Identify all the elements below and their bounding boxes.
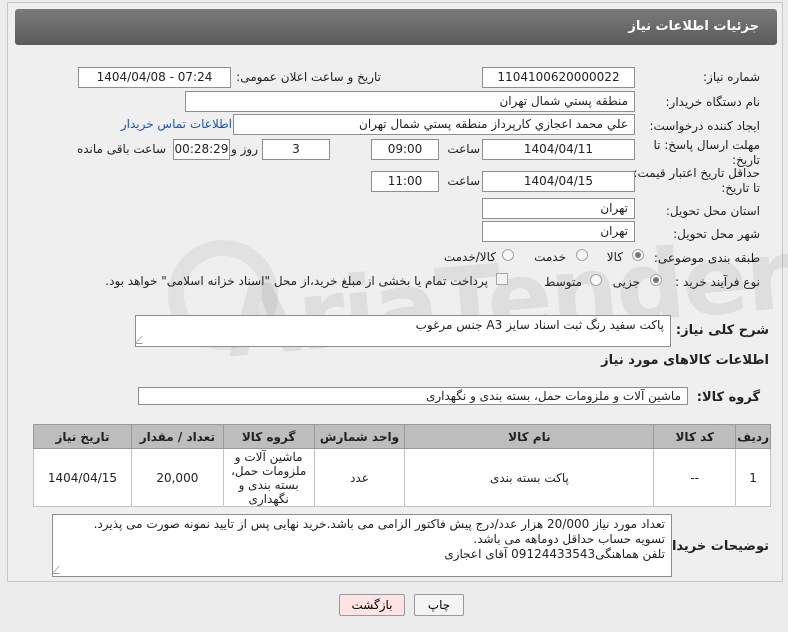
col-row-header: ردیف [735,424,771,449]
deadline-label-2: تاریخ: [732,153,760,167]
description-text: پاکت سفید رنگ ثبت اسناد سایز A3 جنس مرغو… [415,318,664,332]
cell-group: ماشین آلات و ملزومات حمل، بسته بندی و نگ… [222,448,315,507]
cell-unit: عدد [313,448,406,507]
panel-title-bar: جزئیات اطلاعات نیاز [15,9,777,45]
category-option-goods: کالا [606,250,623,264]
category-option-goods-service: کالا/خدمت [443,250,496,264]
panel-title: جزئیات اطلاعات نیاز [628,19,759,34]
process-option-medium: متوسط [544,275,582,289]
remaining-time-field: 00:28:29 [173,139,230,160]
deadline-date-field: 1404/04/11 [482,139,635,160]
goods-table: ردیف کد کالا نام کالا واحد شمارش گروه کا… [33,424,771,507]
category-option-service: خدمت [534,250,566,264]
category-radio-goods[interactable] [632,249,644,261]
announce-label: تاریخ و ساعت اعلان عمومی: [236,70,381,84]
goods-info-heading: اطلاعات کالاهای مورد نیاز [601,353,769,368]
process-label: نوع فرآیند خرید : [675,275,760,289]
goods-group-field: ماشین آلات و ملزومات حمل، بسته بندی و نگ… [138,387,688,405]
buyer-notes-line-1: تعداد مورد نیاز 20/000 هزار عدد/درج پیش … [93,517,665,531]
back-button[interactable]: بازگشت [339,594,405,616]
cell-code: -- [653,448,737,507]
validity-time-field: 11:00 [371,171,439,192]
category-label: طبقه بندی موضوعی: [653,251,760,265]
requester-field: علي محمد اعجازي کارپرداز منطقه پستي شمال… [233,114,635,135]
buyer-notes-line-3: تلفن هماهنگی09124433543 آقای اعجازی [444,547,665,561]
payment-note: پرداخت تمام یا بخشی از مبلغ خرید،از محل … [105,274,488,288]
validity-time-label: ساعت [447,174,480,188]
need-number-field: 1104100620000022 [482,67,635,88]
buyer-notes-line-2: تسویه حساب حداقل دوماهه می باشد. [473,532,665,546]
table-row: 1 -- پاکت بسته بندی عدد ماشین آلات و ملز… [33,448,771,507]
description-textarea[interactable]: پاکت سفید رنگ ثبت اسناد سایز A3 جنس مرغو… [135,315,671,347]
contact-info-link[interactable]: اطلاعات تماس خریدار [121,117,232,131]
need-number-label: شماره نیاز: [703,70,760,84]
deadline-time-label: ساعت [447,142,480,156]
deadline-time-field: 09:00 [371,139,439,160]
buyer-org-label: نام دستگاه خریدار: [665,95,761,109]
buyer-notes-textarea[interactable]: تعداد مورد نیاز 20/000 هزار عدد/درج پیش … [52,514,672,577]
cell-date: 1404/04/15 [33,448,132,507]
cell-row: 1 [735,448,771,507]
buyer-org-field: منطقه پستي شمال تهران [185,91,635,112]
remaining-label: ساعت باقی مانده [76,142,166,156]
requester-label: ایجاد کننده درخواست: [649,119,760,133]
process-radio-minor[interactable] [650,274,662,286]
cell-name: پاکت بسته بندی [404,448,655,507]
process-radio-medium[interactable] [590,274,602,286]
province-label: استان محل تحویل: [665,204,760,218]
table-header-row: ردیف کد کالا نام کالا واحد شمارش گروه کا… [33,424,771,449]
col-name-header: نام کالا [404,424,655,449]
col-qty-header: تعداد / مقدار [130,424,224,449]
days-field: 3 [262,139,330,160]
resize-grip-icon[interactable] [136,336,150,344]
city-label: شهر محل تحویل: [673,227,760,241]
province-field: تهران [482,198,635,219]
col-date-header: تاریخ نیاز [33,424,132,449]
process-option-minor: جزیی [612,275,640,289]
description-label: شرح کلی نیاز: [675,323,769,338]
validity-date-field: 1404/04/15 [482,171,635,192]
deadline-label: مهلت ارسال پاسخ: تا [653,138,760,152]
category-radio-service[interactable] [576,249,588,261]
resize-grip-icon[interactable] [53,566,67,574]
min-validity-label-2: تا تاریخ: [721,181,760,195]
col-unit-header: واحد شمارش [313,424,406,449]
category-radio-goods-service[interactable] [502,249,514,261]
min-validity-label: حداقل تاریخ اعتبار قیمت: [633,166,760,180]
print-button[interactable]: چاپ [414,594,464,616]
goods-group-label: گروه کالا: [696,390,760,405]
buyer-notes-label: توضیحات خریدار: [659,539,769,554]
days-label: روز و [231,142,258,156]
cell-qty: 20,000 [130,448,224,507]
announce-field: 1404/04/08 - 07:24 [78,67,231,88]
treasury-checkbox[interactable] [496,273,508,285]
city-field: تهران [482,221,635,242]
col-group-header: گروه کالا [222,424,315,449]
col-code-header: کد کالا [653,424,737,449]
